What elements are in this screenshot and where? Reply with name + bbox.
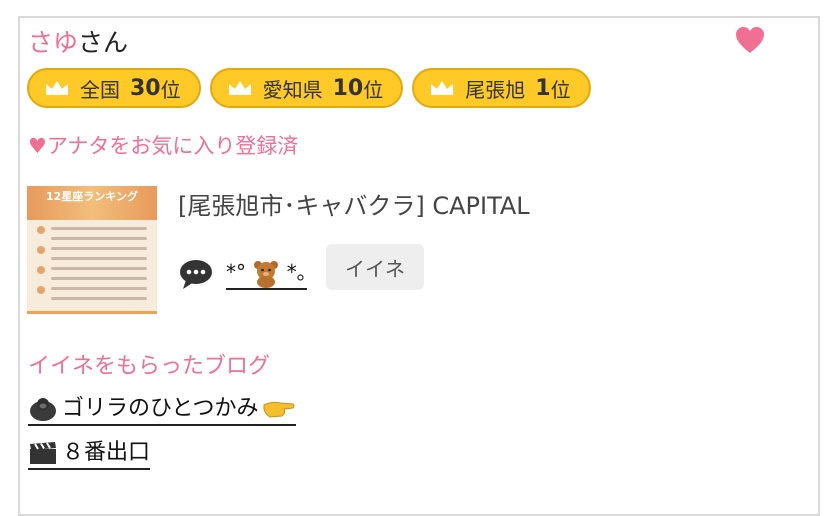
- thumbnail-line: [51, 237, 147, 240]
- crown-icon: [228, 81, 251, 95]
- reaction-text-left: *°: [226, 260, 246, 284]
- badge-area: 尾張旭: [465, 77, 526, 102]
- pointing-hand-emoji: [263, 401, 295, 418]
- blog-title: ゴリラのひとつかみ: [62, 396, 259, 421]
- bear-emoji: [254, 260, 279, 288]
- speech-bubble-icon: [180, 260, 212, 289]
- ranking-badges: 全国 30 位 愛知県 10 位 尾張旭 1 位: [27, 68, 591, 108]
- clapper-board-emoji: [30, 442, 56, 464]
- thumbnail-dot: [37, 226, 45, 234]
- reaction-link[interactable]: *° *｡: [226, 256, 307, 290]
- blog-title: ８番出口: [62, 440, 151, 465]
- thumbnail-line: [51, 277, 147, 280]
- thumbnail-dot: [37, 266, 45, 274]
- badge-rank: 1: [535, 75, 551, 101]
- user-honorific: さん: [78, 28, 129, 57]
- liked-blogs-title: イイネをもらったブログ: [28, 354, 271, 379]
- user-nickname[interactable]: さゆ: [28, 28, 78, 57]
- like-button[interactable]: イイネ: [326, 244, 424, 290]
- blog-link[interactable]: ゴリラのひとつかみ: [28, 394, 297, 426]
- badge-rank-suffix: 位: [363, 77, 384, 102]
- badge-area: 愛知県: [262, 77, 323, 102]
- crown-icon: [46, 81, 68, 95]
- reaction-text-right: *｡: [286, 260, 307, 284]
- crown-icon: [431, 81, 454, 95]
- thumbnail-line: [51, 297, 147, 300]
- badge-rank-suffix: 位: [160, 77, 181, 102]
- thumbnail-dot: [37, 246, 45, 254]
- blog-link[interactable]: ８番出口: [28, 438, 151, 470]
- thumbnail-line: [51, 287, 147, 290]
- thumbnail-line: [51, 267, 147, 270]
- ranking-badge-city[interactable]: 尾張旭 1 位: [412, 68, 591, 108]
- post-thumbnail[interactable]: 12星座ランキング: [27, 186, 157, 314]
- badge-rank: 10: [332, 75, 364, 101]
- ranking-badge-national[interactable]: 全国 30 位: [27, 68, 201, 108]
- user-name: さゆさん: [28, 28, 128, 58]
- heart-icon[interactable]: [734, 24, 766, 56]
- favorite-status: ♥アナタをお気に入り登録済: [28, 134, 299, 158]
- thumbnail-line: [51, 247, 147, 250]
- thumbnail-title: 12星座ランキング: [27, 186, 157, 220]
- thumbnail-line: [51, 257, 147, 260]
- badge-rank-suffix: 位: [550, 77, 571, 102]
- venue-label[interactable]: [尾張旭市･キャバクラ] CAPITAL: [178, 190, 530, 222]
- gorilla-emoji: [30, 398, 56, 421]
- badge-area: 全国: [80, 77, 120, 102]
- thumbnail-line: [51, 227, 147, 230]
- ranking-badge-prefecture[interactable]: 愛知県 10 位: [209, 68, 404, 108]
- badge-rank: 30: [130, 75, 161, 101]
- thumbnail-dot: [37, 286, 45, 294]
